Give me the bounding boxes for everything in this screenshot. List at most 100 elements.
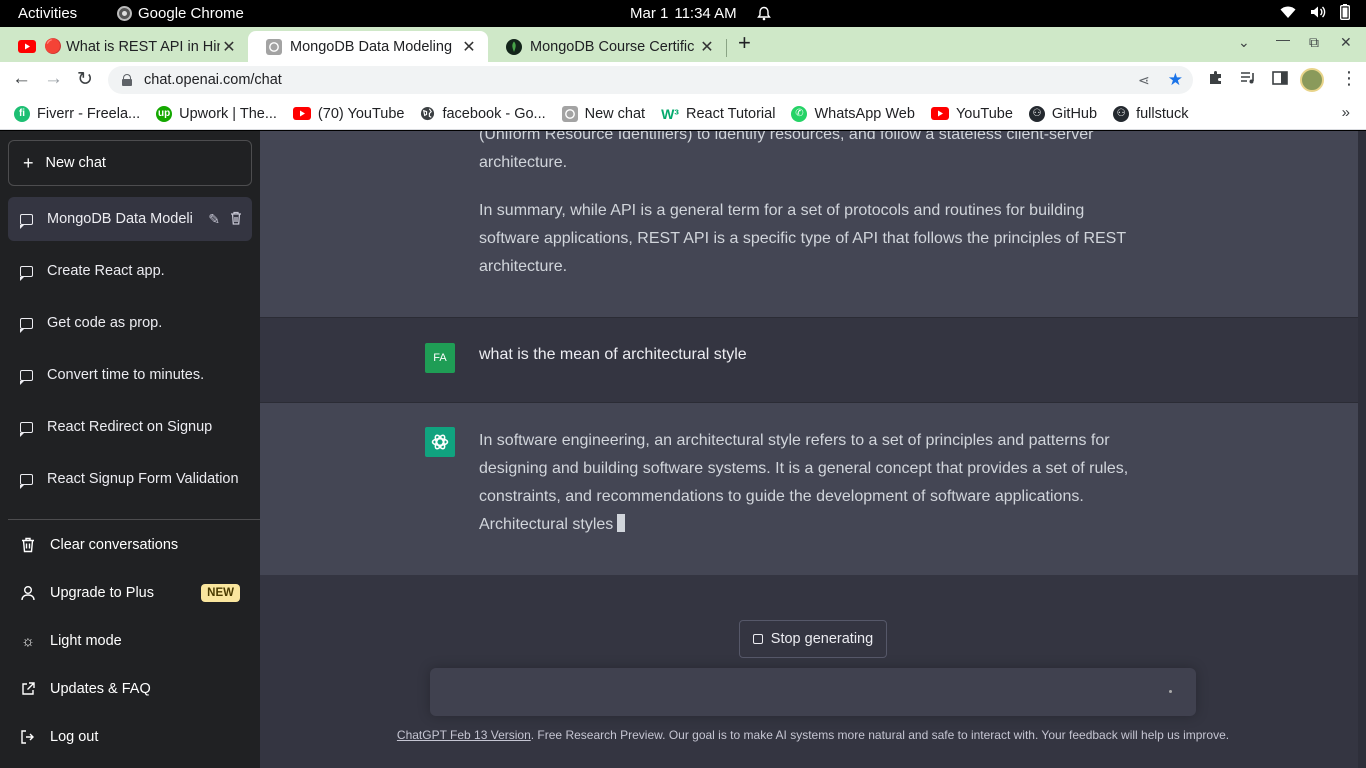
tab-separator bbox=[726, 39, 727, 57]
conversation-label: Get code as prop. bbox=[47, 315, 163, 331]
conversation-item[interactable]: Create React app. bbox=[8, 249, 252, 293]
bookmark-react-tutorial[interactable]: W³ React Tutorial bbox=[661, 106, 775, 122]
upgrade-to-plus-button[interactable]: Upgrade to Plus NEW bbox=[8, 571, 252, 615]
menu-label: Updates & FAQ bbox=[50, 681, 151, 697]
tab-mongodb-data-modeling[interactable]: MongoDB Data Modeling ✕ bbox=[248, 31, 488, 62]
reload-button[interactable]: ↻ bbox=[77, 68, 93, 91]
conversation-item[interactable]: Get code as prop. bbox=[8, 301, 252, 345]
tab-strip: 🔴 What is REST API in Hin ✕ MongoDB Data… bbox=[0, 27, 1366, 62]
conversation-item[interactable]: React Redirect on Signup bbox=[8, 405, 252, 449]
whatsapp-icon: ✆ bbox=[791, 105, 808, 122]
close-icon[interactable]: ✕ bbox=[460, 37, 478, 57]
new-chat-button[interactable]: + New chat bbox=[8, 140, 252, 186]
share-icon[interactable]: ⋖ bbox=[1138, 72, 1150, 89]
conversation-item[interactable]: React Signup Form Validation bbox=[8, 457, 252, 501]
conversation-item-mongodb[interactable]: MongoDB Data Modeli ✎ bbox=[8, 197, 252, 241]
tab-title: MongoDB Data Modeling bbox=[290, 38, 453, 55]
close-window-button[interactable]: ✕ bbox=[1340, 34, 1352, 51]
chat-bubble-icon bbox=[19, 369, 33, 385]
typing-cursor bbox=[617, 514, 626, 532]
edit-icon[interactable]: ✎ bbox=[208, 211, 220, 228]
version-link[interactable]: ChatGPT Feb 13 Version bbox=[397, 728, 531, 742]
media-control-icon[interactable] bbox=[1240, 70, 1256, 86]
bookmark-star-icon[interactable]: ★ bbox=[1168, 70, 1183, 90]
streaming-text: In software engineering, an architectura… bbox=[479, 432, 1129, 533]
globe-icon bbox=[421, 106, 435, 121]
tab-search-button[interactable]: ⌄ bbox=[1238, 34, 1250, 51]
bookmark-github[interactable]: ⚇ GitHub bbox=[1028, 105, 1098, 122]
tab-mongodb-course[interactable]: MongoDB Course Certific ✕ bbox=[488, 31, 726, 62]
close-icon[interactable]: ✕ bbox=[220, 37, 238, 57]
minimize-button[interactable]: — bbox=[1276, 31, 1290, 47]
github-icon: ⚇ bbox=[1028, 105, 1045, 122]
updates-faq-link[interactable]: Updates & FAQ bbox=[8, 667, 252, 711]
conversation-item[interactable]: Convert time to minutes. bbox=[8, 353, 252, 397]
stop-generating-button[interactable]: Stop generating bbox=[739, 620, 887, 658]
youtube-icon bbox=[930, 107, 949, 120]
bookmark-youtube[interactable]: YouTube bbox=[930, 106, 1013, 122]
bookmark-facebook[interactable]: facebook - Go... bbox=[420, 106, 546, 122]
close-icon[interactable]: ✕ bbox=[698, 37, 716, 57]
chatgpt-avatar bbox=[425, 427, 455, 457]
new-tab-button[interactable]: + bbox=[738, 30, 751, 56]
forward-button[interactable]: → bbox=[44, 68, 63, 90]
extensions-icon[interactable] bbox=[1208, 70, 1224, 86]
bookmark-label: (70) YouTube bbox=[317, 105, 405, 122]
upwork-icon: up bbox=[156, 105, 173, 122]
bookmark-label: fullstuck bbox=[1136, 105, 1189, 122]
light-mode-button[interactable]: ☼ Light mode bbox=[8, 619, 252, 663]
youtube-icon bbox=[18, 40, 36, 53]
message-text: what is the mean of architectural style bbox=[479, 346, 747, 363]
system-tray[interactable] bbox=[1280, 4, 1350, 20]
bookmark-new-chat[interactable]: New chat bbox=[561, 105, 645, 122]
message-paragraph: In summary, while API is a general term … bbox=[479, 202, 1126, 275]
conversation-label: MongoDB Data Modeli bbox=[47, 211, 193, 227]
clear-conversations-button[interactable]: Clear conversations bbox=[8, 523, 252, 567]
wifi-icon bbox=[1280, 6, 1296, 18]
new-badge: NEW bbox=[201, 584, 240, 602]
chat-bubble-icon bbox=[19, 265, 33, 281]
conversation-label: Create React app. bbox=[47, 263, 165, 279]
bookmark-label: Fiverr - Freela... bbox=[37, 105, 141, 122]
chat-bubble-icon bbox=[19, 421, 33, 437]
menu-label: Upgrade to Plus bbox=[50, 585, 154, 601]
prompt-input[interactable] bbox=[430, 668, 1196, 716]
trash-icon[interactable] bbox=[230, 211, 242, 225]
bookmark-label: GitHub bbox=[1051, 105, 1098, 122]
more-bookmarks-button[interactable]: » bbox=[1342, 104, 1350, 121]
activities-button[interactable]: Activities bbox=[18, 5, 77, 22]
menu-label: Log out bbox=[50, 729, 99, 745]
conversation-label: Convert time to minutes. bbox=[47, 367, 205, 383]
bookmark-upwork[interactable]: up Upwork | The... bbox=[156, 105, 277, 122]
browser-menu-icon[interactable]: ⋮ bbox=[1340, 68, 1358, 89]
back-button[interactable]: ← bbox=[12, 68, 31, 90]
tab-title: 🔴 What is REST API in Hin bbox=[44, 39, 220, 55]
assistant-message: In software engineering, an architectura… bbox=[260, 403, 1358, 575]
menu-label: Light mode bbox=[50, 633, 122, 649]
bookmark-fiverr[interactable]: fi Fiverr - Freela... bbox=[14, 105, 141, 122]
lock-icon[interactable] bbox=[122, 74, 132, 86]
log-out-button[interactable]: Log out bbox=[8, 715, 252, 759]
bookmark-youtube-70[interactable]: (70) YouTube bbox=[292, 105, 405, 122]
scrollbar[interactable] bbox=[1358, 131, 1366, 768]
user-icon bbox=[21, 586, 35, 601]
side-panel-icon[interactable] bbox=[1272, 70, 1288, 86]
bookmark-label: WhatsApp Web bbox=[814, 105, 915, 122]
volume-icon bbox=[1311, 6, 1326, 18]
address-bar[interactable]: chat.openai.com/chat ⋖ ★ bbox=[108, 66, 1193, 94]
bookmark-fullstuck[interactable]: ⚇ fullstuck bbox=[1113, 105, 1189, 122]
clock[interactable]: Mar 1 11:34 AM bbox=[630, 5, 771, 22]
message-paragraph: (Uniform Resource Identifiers) to identi… bbox=[479, 131, 1094, 171]
profile-avatar[interactable] bbox=[1300, 68, 1324, 92]
tab-rest-api[interactable]: 🔴 What is REST API in Hin ✕ bbox=[0, 31, 248, 62]
user-avatar: FA bbox=[425, 343, 455, 373]
restore-button[interactable]: ⧉ bbox=[1309, 34, 1319, 51]
mongodb-icon bbox=[506, 38, 522, 55]
app-menu[interactable]: Google Chrome bbox=[117, 5, 244, 22]
bookmark-whatsapp[interactable]: ✆ WhatsApp Web bbox=[791, 105, 915, 122]
menu-label: Clear conversations bbox=[50, 537, 179, 553]
sidebar: + New chat MongoDB Data Modeli ✎ Create … bbox=[0, 131, 260, 768]
bookmark-label: React Tutorial bbox=[685, 105, 776, 122]
chrome-icon bbox=[117, 6, 132, 21]
trash-icon bbox=[22, 537, 34, 553]
